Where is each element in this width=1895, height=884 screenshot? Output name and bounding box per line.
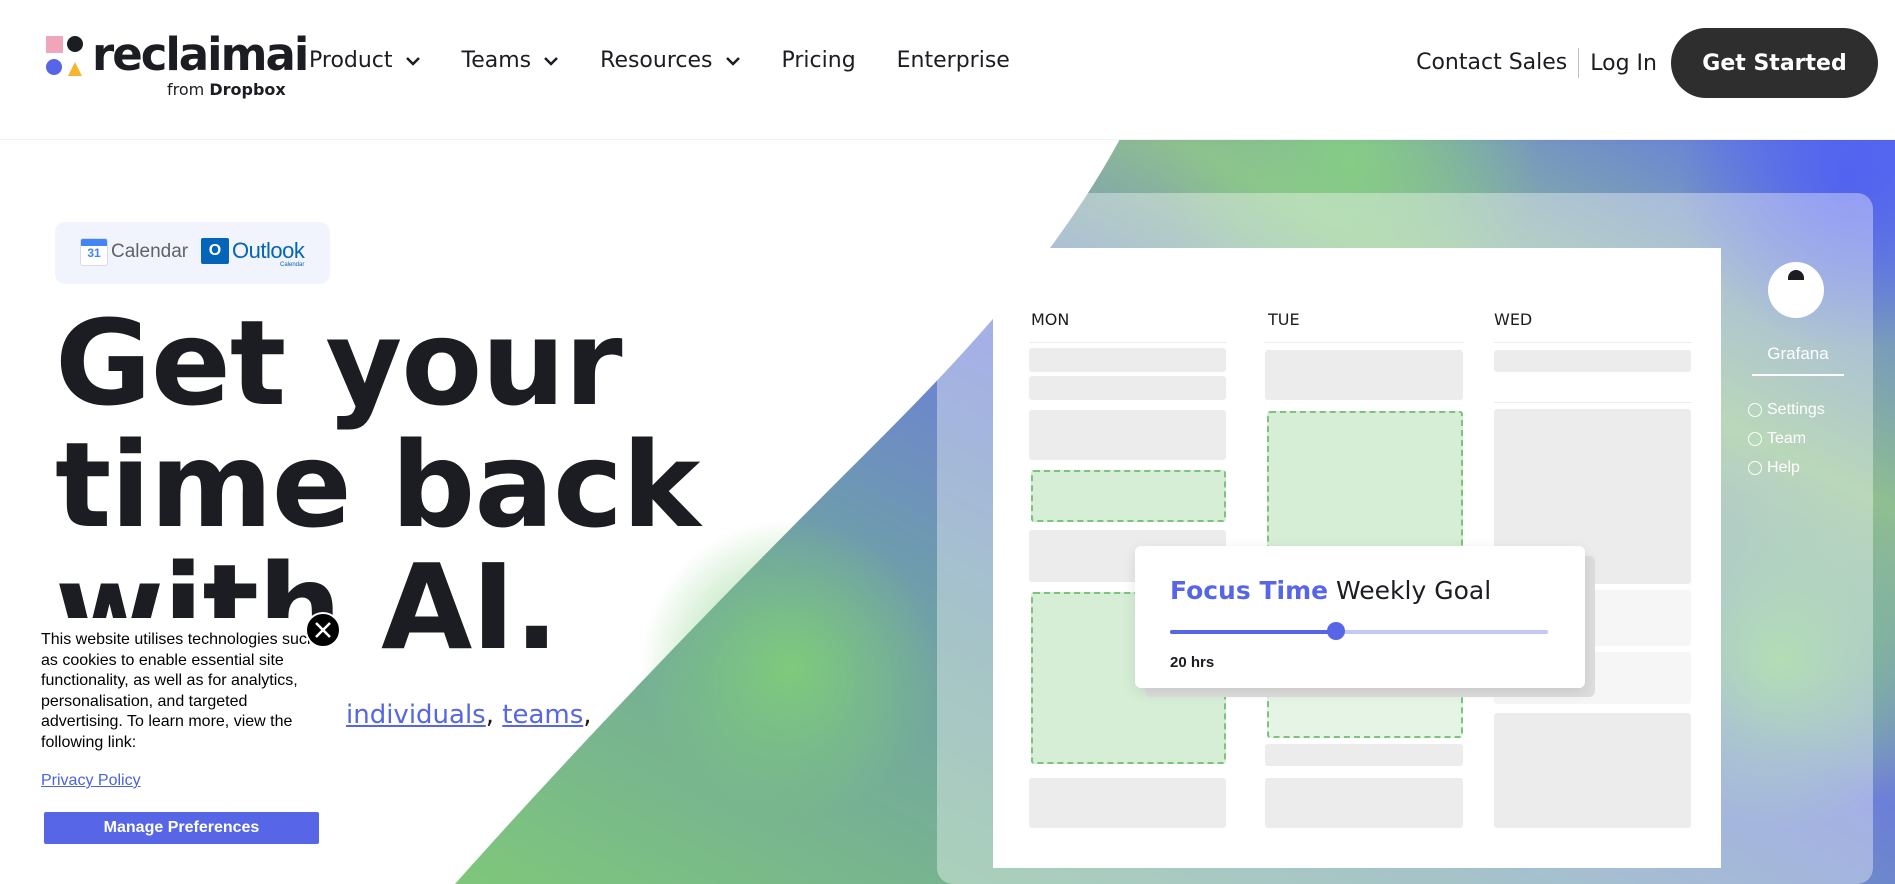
user-icon — [1748, 432, 1762, 446]
chevron-down-icon — [405, 56, 420, 66]
slider-fill — [1170, 630, 1337, 634]
nav-resources[interactable]: Resources — [600, 48, 740, 73]
hero-headline: Get your time back with AI. — [55, 302, 775, 668]
sidebar-user-name[interactable]: Grafana — [1752, 344, 1844, 376]
google-calendar-icon: 31 — [80, 238, 108, 266]
teams-link[interactable]: teams — [502, 700, 583, 730]
sidebar-item-label: Help — [1767, 459, 1800, 476]
headline-line-1: Get your — [55, 294, 623, 432]
calendar-event — [1029, 376, 1226, 400]
calendar-event — [1494, 350, 1691, 372]
header-actions: Contact Sales Log In Get Started — [1416, 28, 1895, 98]
cookie-text: This website utilises technologies such … — [41, 631, 316, 751]
cookie-close-button[interactable] — [305, 612, 341, 648]
calendar-event — [1029, 348, 1226, 372]
integrations-badge: 31 Calendar O Outlook Calendar — [55, 222, 330, 284]
sidebar-item-team[interactable]: Team — [1748, 430, 1806, 448]
calendar-event — [1029, 410, 1226, 460]
outlook-badge: O Outlook — [201, 238, 305, 264]
outlook-sublabel: Calendar — [280, 262, 305, 268]
cookie-banner: This website utilises technologies such … — [0, 618, 340, 884]
nav-enterprise-label: Enterprise — [896, 48, 1010, 73]
help-icon — [1748, 461, 1762, 475]
nav-product-label: Product — [309, 48, 393, 73]
hero-subline: individuals, teams, — [346, 700, 592, 730]
focus-time-goal-card: Focus Time Weekly Goal 20 hrs — [1135, 546, 1585, 688]
logo-tagline-brand: Dropbox — [209, 80, 286, 99]
day-label-tue: TUE — [1268, 310, 1300, 329]
main-nav: Product Teams Resources Pricing Enterpri… — [309, 48, 1051, 73]
nav-resources-label: Resources — [600, 48, 713, 73]
individuals-link[interactable]: individuals — [346, 700, 486, 730]
privacy-policy-link[interactable]: Privacy Policy — [41, 772, 141, 790]
logo-tagline-prefix: from — [167, 80, 205, 99]
reclaim-logo[interactable]: reclaimai from Dropbox — [46, 28, 309, 104]
logo-wordmark: reclaimai — [92, 28, 309, 81]
nav-pricing[interactable]: Pricing — [782, 48, 856, 73]
slider-thumb[interactable] — [1327, 622, 1346, 640]
focus-time-block — [1267, 411, 1463, 550]
sidebar-item-settings[interactable]: Settings — [1748, 401, 1825, 419]
outlook-label: Outlook — [232, 238, 305, 263]
google-calendar-badge: 31 Calendar — [80, 238, 188, 266]
login-link[interactable]: Log In — [1579, 51, 1657, 76]
calendar-event — [1494, 713, 1691, 828]
focus-time-block — [1031, 470, 1226, 522]
subline-separator-1: , — [485, 700, 494, 730]
sidebar-item-label: Settings — [1767, 401, 1825, 418]
site-header: reclaimai from Dropbox Product Teams Res… — [0, 0, 1895, 140]
contact-sales-link[interactable]: Contact Sales — [1416, 48, 1580, 78]
calendar-event — [1265, 744, 1463, 766]
nav-pricing-label: Pricing — [781, 48, 856, 73]
subline-separator-2: , — [583, 700, 592, 730]
nav-product[interactable]: Product — [309, 48, 421, 73]
google-calendar-label: Calendar — [111, 241, 189, 262]
goal-title-rest: Weekly Goal — [1336, 576, 1492, 605]
gear-icon — [1748, 403, 1762, 417]
calendar-event — [1029, 778, 1226, 828]
nav-teams-label: Teams — [461, 48, 532, 73]
close-icon — [315, 622, 331, 638]
user-avatar[interactable] — [1768, 262, 1824, 318]
manage-preferences-button[interactable]: Manage Preferences — [44, 812, 319, 844]
goal-title: Focus Time Weekly Goal — [1170, 576, 1491, 605]
sidebar-item-help[interactable]: Help — [1748, 459, 1800, 477]
logo-mark-icon — [46, 36, 83, 76]
chevron-down-icon — [725, 56, 740, 66]
calendar-day-number: 31 — [87, 246, 101, 260]
nav-enterprise[interactable]: Enterprise — [897, 48, 1010, 73]
calendar-event — [1265, 350, 1463, 400]
nav-teams[interactable]: Teams — [462, 48, 560, 73]
headline-line-2: time back — [55, 416, 700, 554]
calendar-event — [1265, 778, 1463, 828]
sidebar-item-label: Team — [1767, 430, 1807, 447]
weekly-goal-slider[interactable] — [1170, 622, 1548, 640]
day-label-mon: MON — [1031, 310, 1070, 329]
goal-value: 20 hrs — [1170, 654, 1215, 671]
goal-title-accent: Focus Time — [1170, 576, 1329, 605]
get-started-button[interactable]: Get Started — [1671, 28, 1878, 98]
day-label-wed: WED — [1494, 310, 1533, 329]
chevron-down-icon — [544, 56, 559, 66]
outlook-icon: O — [201, 238, 229, 264]
logo-tagline: from Dropbox — [167, 80, 286, 99]
